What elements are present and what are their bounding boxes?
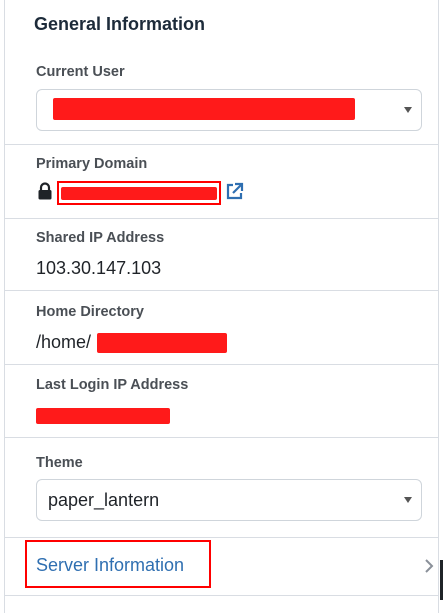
- current-user-select[interactable]: [36, 89, 422, 131]
- last-login-ip-redaction: [36, 408, 170, 424]
- home-directory-label: Home Directory: [36, 304, 144, 320]
- shared-ip-value: 103.30.147.103: [36, 258, 162, 278]
- home-directory-section: [5, 291, 438, 365]
- chevron-right-icon[interactable]: [423, 556, 435, 576]
- home-directory-value: /home/: [36, 332, 92, 352]
- panel-title: General Information: [34, 14, 206, 34]
- general-information-panel: General Information Current User Primary…: [4, 0, 439, 613]
- primary-domain-redaction[interactable]: [57, 181, 221, 205]
- primary-domain-label: Primary Domain: [36, 156, 148, 172]
- lock-icon: [38, 182, 52, 200]
- theme-label: Theme: [36, 455, 83, 471]
- current-user-label: Current User: [36, 64, 125, 80]
- chevron-down-icon: [404, 497, 412, 503]
- server-information-link[interactable]: Server Information: [36, 555, 184, 576]
- current-user-redaction: [53, 98, 355, 120]
- last-login-ip-section: [5, 365, 438, 438]
- home-directory-redaction: [97, 333, 227, 353]
- shared-ip-label: Shared IP Address: [36, 230, 165, 246]
- theme-selected-value: paper_lantern: [48, 490, 160, 510]
- current-user-section: General Information Current User: [5, 0, 438, 145]
- last-login-ip-label: Last Login IP Address: [36, 377, 189, 393]
- theme-select[interactable]: paper_lantern: [36, 479, 422, 521]
- external-link-icon[interactable]: [225, 182, 244, 201]
- chevron-down-icon: [404, 107, 412, 113]
